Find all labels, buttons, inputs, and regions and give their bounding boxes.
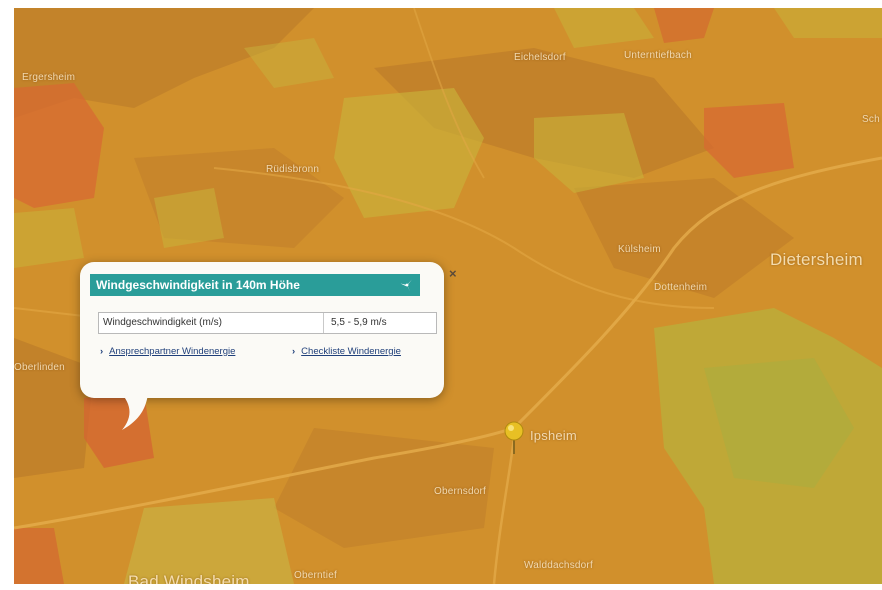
- checklist-link-label[interactable]: Checkliste Windenergie: [301, 346, 401, 357]
- place-label: Oberntief: [294, 570, 337, 581]
- place-label: Ergersheim: [22, 72, 76, 83]
- wind-speed-value: 5,5 - 5,9 m/s: [331, 317, 387, 328]
- place-label: Rüdisbronn: [266, 164, 320, 175]
- popup-header: Windgeschwindigkeit in 140m Höhe: [90, 274, 420, 296]
- contact-link-label[interactable]: Ansprechpartner Windenergie: [109, 346, 235, 357]
- wind-speed-row: Windgeschwindigkeit (m/s) 5,5 - 5,9 m/s: [98, 312, 437, 334]
- contact-link[interactable]: › Ansprechpartner Windenergie: [100, 346, 235, 357]
- wind-speed-label: Windgeschwindigkeit (m/s): [103, 317, 222, 328]
- location-pin-icon[interactable]: [503, 420, 525, 456]
- place-label: Eichelsdorf: [514, 52, 566, 63]
- frame-left: [0, 0, 14, 590]
- frame-bottom: [0, 584, 882, 590]
- frame-top: [0, 0, 882, 8]
- chevron-right-icon: ›: [100, 346, 104, 357]
- place-label: Obernsdorf: [434, 486, 487, 497]
- place-label: Bad Windsheim: [128, 572, 250, 584]
- wind-turbine-icon: [400, 279, 412, 292]
- place-label: Ipsheim: [530, 428, 577, 443]
- popup-title: Windgeschwindigkeit in 140m Höhe: [96, 278, 300, 292]
- chevron-right-icon: ›: [292, 346, 296, 357]
- close-icon[interactable]: ×: [449, 266, 457, 281]
- place-label: Unterntiefbach: [624, 50, 692, 61]
- popup-pointer: [122, 394, 148, 430]
- place-label: Külsheim: [618, 244, 661, 255]
- place-label: Sch: [862, 114, 880, 125]
- place-label: Dietersheim: [770, 250, 863, 269]
- info-popup: Windgeschwindigkeit in 140m Höhe Windges…: [80, 262, 444, 430]
- place-label: Oberlinden: [14, 362, 65, 373]
- checklist-link[interactable]: › Checkliste Windenergie: [292, 346, 401, 357]
- cell-divider: [323, 313, 324, 333]
- place-label: Walddachsdorf: [524, 560, 593, 571]
- place-label: Dottenheim: [654, 282, 708, 293]
